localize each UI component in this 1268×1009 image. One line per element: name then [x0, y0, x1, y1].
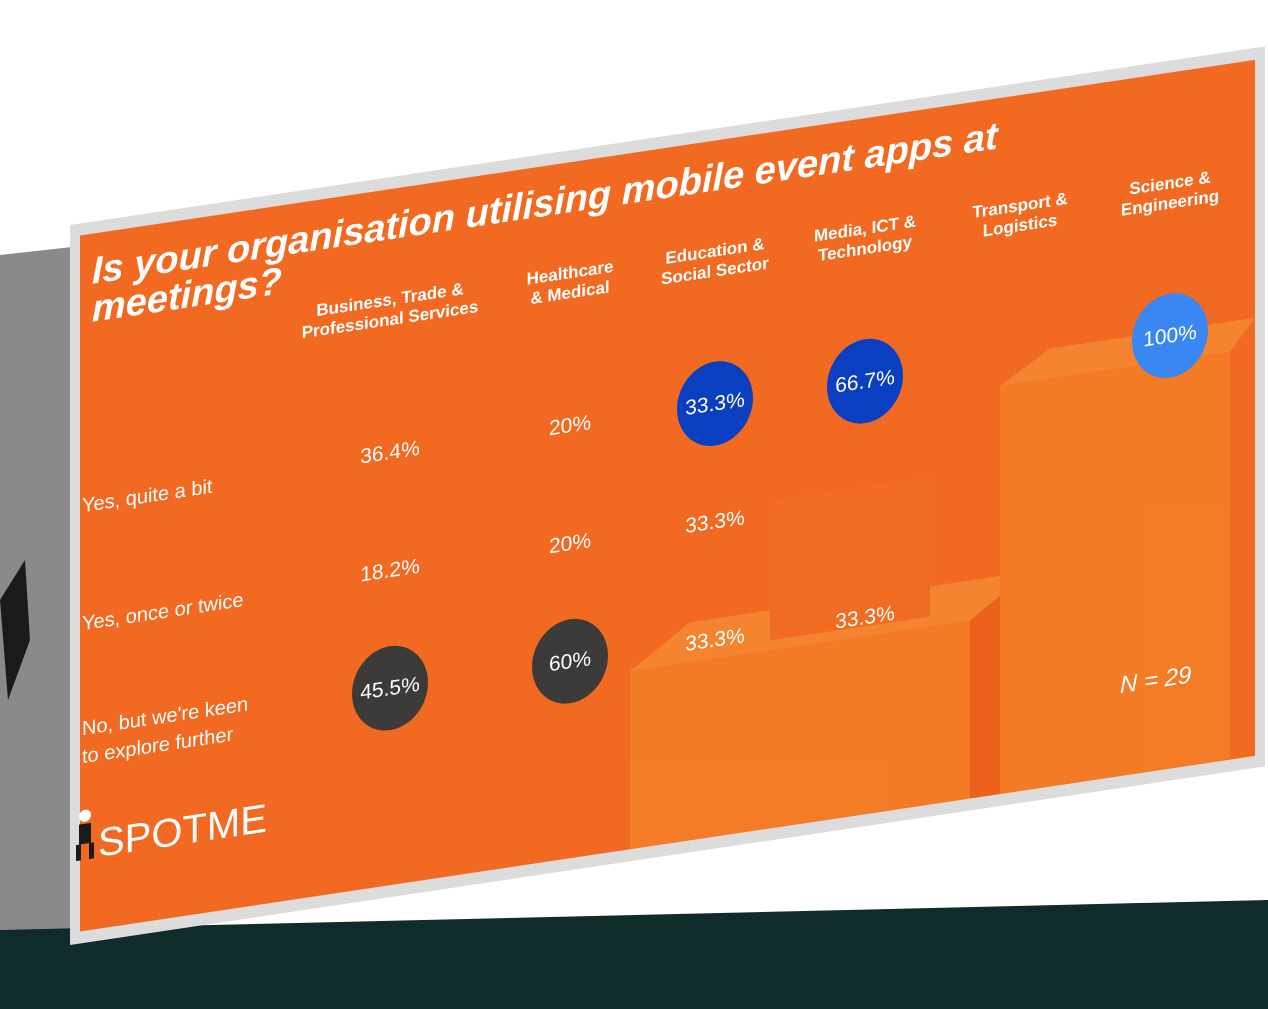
projected-slide: Is your organisation utilising mobile ev… [70, 46, 1265, 945]
